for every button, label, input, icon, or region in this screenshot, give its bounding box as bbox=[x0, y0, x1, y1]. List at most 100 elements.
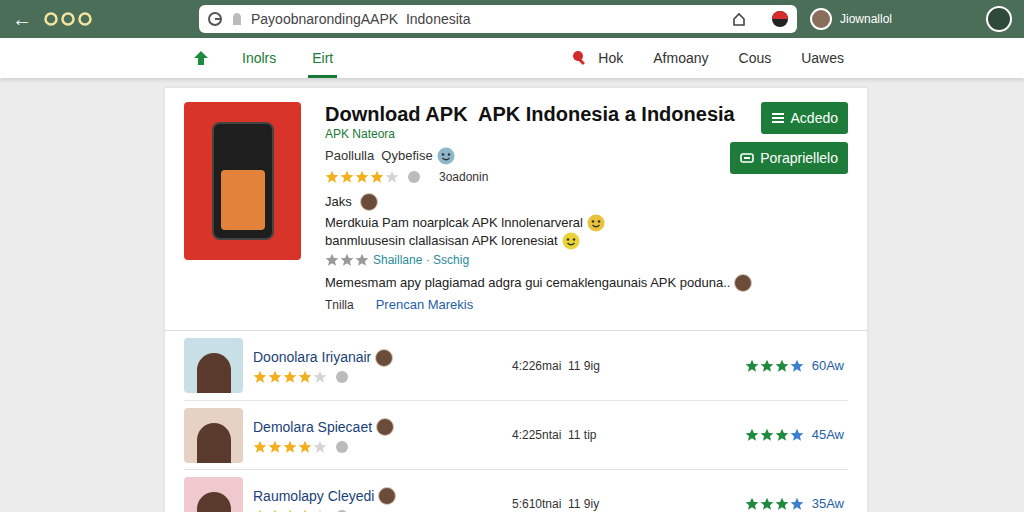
window-controls bbox=[44, 12, 92, 26]
search-icon bbox=[572, 50, 588, 66]
review-row[interactable]: Doonolara Iriyanair4:226mai 11 9ig60Aw bbox=[184, 331, 848, 400]
footer-row: Tnilla Prencan Marekis bbox=[325, 294, 706, 316]
star-icon bbox=[745, 497, 759, 511]
star-icon bbox=[283, 370, 297, 384]
review-meta: 5:610tnai 11 9iy bbox=[512, 495, 599, 512]
review-rating: 45Aw bbox=[745, 425, 848, 445]
star-icon bbox=[283, 509, 297, 512]
app-header: Download APK APK Indonesia a IndonesiaAP… bbox=[165, 88, 867, 331]
rating-stars bbox=[745, 497, 804, 511]
star-icon bbox=[370, 170, 384, 184]
address-bar[interactable]: PayoobnarondingAAPK Indonesita bbox=[199, 5, 797, 33]
summary-row: Memesmam apy plagiamad adgra gui cemakle… bbox=[325, 272, 706, 294]
summary: Memesmam apy plagiamad adgra gui cemakle… bbox=[325, 273, 730, 293]
url-text[interactable]: PayoobnarondingAAPK Indonesita bbox=[251, 9, 723, 30]
nav-link[interactable]: Uawes bbox=[801, 48, 844, 69]
app-card: Download APK APK Indonesia a IndonesiaAP… bbox=[165, 88, 867, 512]
back-button[interactable]: ← bbox=[12, 9, 32, 29]
star-icon bbox=[313, 370, 327, 384]
star-icon bbox=[313, 440, 327, 454]
reviewer-photo bbox=[184, 338, 243, 393]
stars-row bbox=[253, 370, 443, 384]
byline-row: Paollulla Qybefise bbox=[325, 146, 706, 166]
user-menu[interactable]: Jiownallol bbox=[810, 6, 1012, 32]
nav-tab[interactable]: Eirt bbox=[308, 38, 337, 78]
info-icon bbox=[335, 370, 349, 384]
reviewer-photo bbox=[184, 477, 243, 512]
review-stars bbox=[253, 440, 327, 454]
card-icon bbox=[740, 151, 754, 165]
flag-icon bbox=[771, 10, 789, 28]
stars-row bbox=[253, 509, 443, 512]
action-buttons: Acdedo Porapriellelo bbox=[730, 102, 848, 316]
publisher[interactable]: APK Nateora bbox=[325, 126, 706, 142]
review-row[interactable]: Raumolapy Cleyedi5:610tnai 11 9iy35Aw bbox=[184, 469, 848, 512]
nav-bar: Inolrs Eirt Hok Afmoany Cous Uawes bbox=[0, 38, 1024, 78]
star-icon bbox=[355, 253, 369, 267]
star-icon bbox=[283, 440, 297, 454]
footer-label: Tnilla bbox=[325, 296, 354, 314]
tab-label[interactable]: Eirt bbox=[312, 48, 333, 69]
button-label[interactable]: Porapriellelo bbox=[760, 148, 838, 169]
star-icon bbox=[325, 253, 339, 267]
description: banmluusesin clallasisan APK lorenesiat bbox=[325, 231, 558, 251]
star-icon bbox=[760, 428, 774, 442]
rating-row: 3oadonin bbox=[325, 166, 706, 188]
reviewer-name[interactable]: Raumolapy Cleyedi bbox=[253, 486, 374, 507]
rating-stars bbox=[325, 170, 399, 184]
emoji-icon bbox=[562, 232, 580, 250]
star-icon bbox=[745, 428, 759, 442]
emoji-icon bbox=[437, 147, 455, 165]
review-row[interactable]: Demolara Spiecaet 4:225ntai 11 tip 45Aw bbox=[184, 400, 848, 469]
star-icon bbox=[268, 440, 282, 454]
star-icon bbox=[745, 359, 759, 373]
reviewer-name[interactable]: Doonolara Iriyanair bbox=[253, 347, 371, 368]
star-icon bbox=[355, 170, 369, 184]
tab-label[interactable]: Inolrs bbox=[242, 48, 276, 69]
name-row: Doonolara Iriyanair bbox=[253, 347, 443, 368]
reviewer-info: Raumolapy Cleyedi bbox=[253, 486, 443, 512]
circle-icon bbox=[78, 12, 92, 26]
phone-screen bbox=[221, 170, 265, 230]
nav-link[interactable]: Cous bbox=[739, 48, 772, 69]
footer-link[interactable]: Prencan Marekis bbox=[376, 295, 474, 315]
profile-avatar[interactable] bbox=[986, 6, 1012, 32]
button-label[interactable]: Acdedo bbox=[791, 108, 838, 129]
badge-avatar bbox=[375, 349, 393, 367]
nav-link[interactable]: Hok bbox=[598, 48, 623, 69]
summary-avatar bbox=[734, 274, 752, 292]
name-row: Raumolapy Cleyedi bbox=[253, 486, 443, 507]
app-title: Download APK APK Indonesia a Indonesia bbox=[325, 102, 706, 126]
nav-icon-wrap bbox=[192, 38, 210, 78]
home-icon bbox=[192, 49, 210, 67]
review-meta: 4:225ntai 11 tip bbox=[512, 426, 597, 444]
star-icon bbox=[253, 509, 267, 512]
star-icon bbox=[340, 170, 354, 184]
lock-icon bbox=[231, 12, 243, 26]
sub-links[interactable]: Shaillane · Sschig bbox=[373, 251, 469, 269]
info-icon bbox=[335, 440, 349, 454]
description: Merdkuia Pam noarplcak APK lnnolenarvera… bbox=[325, 213, 583, 233]
review-meta: 4:226mai 11 9ig bbox=[512, 357, 600, 375]
nav-tab[interactable]: Inolrs bbox=[238, 38, 280, 78]
star-icon bbox=[298, 509, 312, 512]
star-icon bbox=[790, 428, 804, 442]
photo-figure bbox=[197, 423, 231, 463]
add-button[interactable]: Acdedo bbox=[761, 102, 848, 134]
photo-figure bbox=[197, 492, 231, 512]
nav-link[interactable]: Afmoany bbox=[653, 48, 708, 69]
star-icon bbox=[340, 253, 354, 267]
star-icon bbox=[775, 497, 789, 511]
google-icon bbox=[207, 11, 223, 27]
install-button[interactable]: Porapriellelo bbox=[730, 142, 848, 174]
user-name[interactable]: Jiownallol bbox=[840, 10, 892, 28]
star-icon bbox=[253, 440, 267, 454]
rating-text: 3oadonin bbox=[439, 168, 488, 186]
star-icon bbox=[790, 359, 804, 373]
photo-figure bbox=[197, 353, 231, 393]
circle-icon bbox=[61, 12, 75, 26]
reviewer-info: Demolara Spiecaet bbox=[253, 417, 443, 454]
user-avatar bbox=[810, 8, 832, 30]
reviewer-name[interactable]: Demolara Spiecaet bbox=[253, 417, 372, 438]
star-icon bbox=[298, 440, 312, 454]
